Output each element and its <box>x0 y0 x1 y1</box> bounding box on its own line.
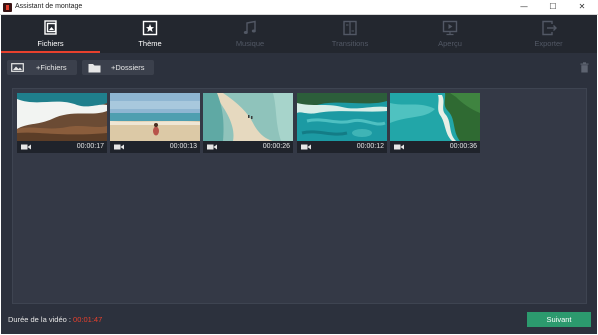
clip-thumbnail <box>110 93 200 141</box>
export-icon <box>541 20 557 36</box>
window-title: Assistant de montage <box>15 3 83 10</box>
trash-icon[interactable] <box>580 62 589 73</box>
tab-export[interactable]: Exporter <box>500 15 597 53</box>
music-icon <box>243 20 256 34</box>
tab-preview-label: Aperçu <box>438 39 462 48</box>
transitions-icon <box>343 20 357 36</box>
video-camera-icon <box>301 144 311 150</box>
maximize-button[interactable]: ☐ <box>538 0 568 14</box>
clip-duration: 00:00:26 <box>262 143 290 150</box>
app-logo-icon <box>3 3 12 12</box>
clip-item[interactable]: 00:00:26 <box>203 93 293 153</box>
clip-item[interactable]: 00:00:17 <box>17 93 107 153</box>
window-titlebar: Assistant de montage — ☐ ✕ <box>0 0 598 15</box>
clip-duration: 00:00:12 <box>356 143 384 150</box>
video-duration-caption: Durée de la vidéo : <box>8 315 74 324</box>
video-duration-value: 00:01:47 <box>73 315 103 324</box>
video-camera-icon <box>21 144 31 150</box>
clip-duration: 00:00:17 <box>76 143 104 150</box>
tab-theme-label: Thème <box>138 39 162 48</box>
tab-files[interactable]: Fichiers <box>1 15 100 53</box>
tab-transitions[interactable]: Transitions <box>300 15 400 53</box>
tab-music-label: Musique <box>235 39 265 48</box>
files-icon <box>43 20 57 35</box>
video-duration-label: Durée de la vidéo : 00:01:47 <box>8 315 102 325</box>
tab-files-label: Fichiers <box>37 39 64 48</box>
clip-thumbnail <box>390 93 480 141</box>
tab-music[interactable]: Musique <box>200 15 300 53</box>
clip-thumbnail <box>203 93 293 141</box>
add-files-label: +Fichiers <box>36 63 67 72</box>
tab-theme[interactable]: Thème <box>100 15 200 53</box>
add-folders-label: +Dossiers <box>111 63 145 72</box>
theme-icon <box>142 20 158 36</box>
close-button[interactable]: ✕ <box>567 0 597 14</box>
clip-thumbnail <box>297 93 387 141</box>
next-button[interactable]: Suivant <box>527 312 591 327</box>
clip-item[interactable]: 00:00:13 <box>110 93 200 153</box>
clip-duration: 00:00:13 <box>169 143 197 150</box>
tab-preview[interactable]: Aperçu <box>400 15 500 53</box>
app-window: Fichiers Thème Musique Transitions Aperç… <box>1 15 597 334</box>
wizard-tab-bar: Fichiers Thème Musique Transitions Aperç… <box>1 15 597 53</box>
add-files-button[interactable]: +Fichiers <box>7 60 77 75</box>
tab-transitions-label: Transitions <box>331 39 369 48</box>
tab-export-label: Exporter <box>534 39 563 48</box>
image-icon <box>11 63 24 72</box>
video-camera-icon <box>114 144 124 150</box>
folder-icon <box>88 64 101 73</box>
media-list-area: 00:00:17 00:00:13 00:00:26 00:00:12 00:0… <box>12 88 587 304</box>
video-camera-icon <box>207 144 217 150</box>
clip-item[interactable]: 00:00:12 <box>297 93 387 153</box>
clip-duration: 00:00:36 <box>449 143 477 150</box>
clip-item[interactable]: 00:00:36 <box>390 93 480 153</box>
add-folders-button[interactable]: +Dossiers <box>82 60 154 75</box>
minimize-button[interactable]: — <box>509 0 539 14</box>
video-camera-icon <box>394 144 404 150</box>
preview-icon <box>442 20 458 36</box>
clip-thumbnail <box>17 93 107 141</box>
